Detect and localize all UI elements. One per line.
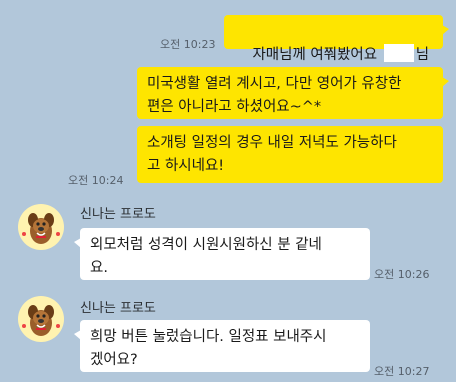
frodo-dog-icon [22,213,60,244]
message-time: 오전 10:23 [160,38,216,51]
redacted-name [383,44,414,62]
message-text: 자매님께 여쭤봤어요 [252,47,382,63]
my-message-bubble[interactable]: 소개팅 일정의 경우 내일 저녁도 가능하다 고 하시네요! [137,126,443,183]
their-message-bubble[interactable]: 외모처럼 성격이 시원시원하신 분 같네 요. [74,228,370,280]
frodo-dog-icon [22,305,60,336]
message-time: 오전 10:26 [374,268,430,281]
message-time: 오전 10:24 [68,174,124,187]
sender-name: 신나는 프로도 [80,301,156,316]
chat-area: 오전 10:23 자매님께 여쭤봤어요 님~ 미국생활 열려 계시고, 다만 영… [0,0,456,382]
avatar[interactable] [18,204,64,250]
my-message-bubble[interactable]: 자매님께 여쭤봤어요 님~ [224,15,449,86]
their-message-bubble[interactable]: 희망 버튼 눌렀습니다. 일정표 보내주시 겠어요? [74,320,370,372]
my-message-bubble[interactable]: 미국생활 열려 계시고, 다만 영어가 유창한 편은 아니라고 하셨어요~^* [137,67,449,119]
avatar[interactable] [18,296,64,342]
sender-name: 신나는 프로도 [80,207,156,222]
message-time: 오전 10:27 [374,365,430,378]
